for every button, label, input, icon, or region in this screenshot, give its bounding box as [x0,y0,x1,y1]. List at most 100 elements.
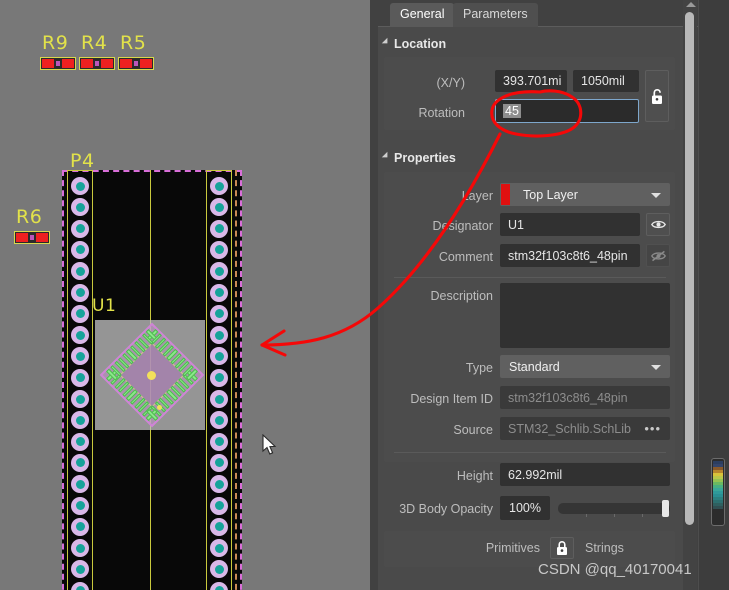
pcb-pad[interactable] [71,496,89,515]
pad-left [81,59,94,68]
component-r5[interactable] [118,57,154,70]
pcb-pad[interactable] [71,390,89,408]
field-designator[interactable]: U1 [500,213,640,236]
section-header-location[interactable]: Location [381,37,447,51]
pcb-pad[interactable] [210,283,228,302]
pcb-canvas[interactable]: R9 R4 R5 R6 P4 P3 [0,0,370,590]
designator-visibility-button[interactable] [646,213,670,236]
pcb-pad[interactable] [71,453,89,472]
pcb-pad[interactable] [210,326,228,345]
board-label-p4: P4 [70,150,95,172]
panel-tabstrip: General Parameters [378,0,729,27]
label-xy: (X/Y) [436,76,465,90]
pcb-pad[interactable] [71,219,89,238]
field-rotation[interactable]: 45 [495,99,639,123]
pcb-pad[interactable] [210,496,228,515]
scroll-up-arrow-icon[interactable] [686,2,696,7]
pad-right [35,233,48,242]
pcb-pad[interactable] [210,432,228,451]
slider-tick [642,514,643,517]
layer-color-palette[interactable] [711,458,725,526]
label-primitives[interactable]: Primitives [470,541,540,555]
tab-parameters[interactable]: Parameters [453,3,538,27]
watermark-text: CSDN @qq_40170041 [538,561,692,578]
section-title-properties: Properties [394,151,456,165]
collapse-triangle-icon [381,37,391,47]
field-source-value: STM32_Schlib.SchLib [508,421,631,436]
field-source[interactable]: STM32_Schlib.SchLib ••• [500,417,670,440]
pcb-pad[interactable] [210,517,228,536]
opacity-slider-thumb[interactable] [662,500,669,517]
field-design-item-id[interactable]: stm32f103c8t6_48pin [500,386,670,409]
ellipsis-icon[interactable]: ••• [644,421,661,436]
layer-color-swatch [501,184,510,205]
designator-r5: R5 [120,32,147,54]
label-description: Description [430,289,493,303]
pad-left [120,59,133,68]
body-mid [133,60,139,67]
pad-left [42,59,55,68]
lock-xy-button[interactable] [645,70,669,122]
field-3d-body-opacity[interactable]: 100% [500,496,550,520]
comment-visibility-button[interactable] [646,244,670,267]
board-edge-right [235,170,237,590]
properties-panel: General Parameters Location (X/Y) 393.70… [370,0,729,590]
pad-right [139,59,152,68]
opacity-slider-track[interactable] [558,503,670,517]
field-height[interactable]: 62.992mil [500,463,670,486]
palette-swatch [713,506,723,509]
body-mid [94,60,100,67]
primitives-lock-button[interactable] [550,537,574,559]
tab-general[interactable]: General [390,3,455,27]
pcb-pad[interactable] [71,304,89,323]
component-r4[interactable] [79,57,115,70]
label-3d-body-opacity: 3D Body Opacity [399,502,493,516]
pcb-pad[interactable] [210,390,228,408]
slider-tick [614,514,615,517]
label-strings[interactable]: Strings [585,541,645,555]
pcb-pad[interactable] [71,326,89,345]
dropdown-type[interactable]: Standard [500,355,670,378]
component-r6[interactable] [14,231,50,244]
label-source: Source [453,423,493,437]
unlock-icon [652,88,662,104]
section-header-properties[interactable]: Properties [381,151,456,165]
pcb-pad[interactable] [71,539,89,558]
pcb-pad[interactable] [210,453,228,472]
pcb-pad[interactable] [210,219,228,238]
field-rotation-value: 45 [503,104,521,118]
body-mid [29,234,35,241]
pcb-pad[interactable] [210,539,228,558]
pcb-pad[interactable] [210,177,228,195]
designator-u1: U1 [92,296,117,316]
pcb-pad[interactable] [71,283,89,302]
pcb-pad[interactable] [71,177,89,195]
pcb-pad[interactable] [210,368,228,387]
pad-left [16,233,29,242]
field-x[interactable]: 393.701mi [495,70,567,92]
label-type: Type [465,361,493,375]
designator-r4: R4 [81,32,108,54]
body-mid [55,60,61,67]
collapse-triangle-icon [381,151,391,161]
pcb-pad[interactable] [210,240,228,259]
component-r9[interactable] [40,57,76,70]
pcb-pad[interactable] [71,240,89,259]
label-design-item-id: Design Item ID [410,392,493,406]
qfp-pin1-dot [157,405,162,410]
field-description[interactable] [500,283,670,348]
field-y[interactable]: 1050mil [573,70,639,92]
pcb-pad[interactable] [71,432,89,451]
field-comment[interactable]: stm32f103c8t6_48pin [500,244,640,267]
pcb-pad[interactable] [71,517,89,536]
dropdown-layer[interactable]: Top Layer [500,183,670,206]
section-title-location: Location [394,37,447,51]
pad-column-right [206,170,232,590]
designator-r6: R6 [16,206,43,228]
pcb-board[interactable] [62,170,242,590]
pcb-pad[interactable] [210,304,228,323]
panel-scrollbar-thumb[interactable] [685,12,694,525]
chevron-down-icon [651,192,661,198]
pcb-pad[interactable] [71,368,89,387]
pad-column-left [67,170,93,590]
